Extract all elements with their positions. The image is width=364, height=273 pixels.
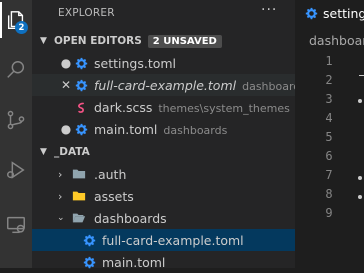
unsaved-dot-icon[interactable]: ● (60, 122, 72, 136)
line-number: 4 (295, 111, 363, 125)
open-editor-name: dark.scss themes\system_themes (94, 100, 290, 115)
tree-item-main[interactable]: main.toml (32, 251, 295, 273)
tree-item-label: dashboards (94, 210, 167, 226)
open-editor-name: settings.toml (94, 55, 177, 71)
open-editors-header[interactable]: ▼ OPEN EDITORS 2 UNSAVED (32, 30, 295, 52)
open-editor-name: main.toml dashboards (94, 122, 227, 137)
open-editor-name-text: dark.scss (94, 99, 153, 115)
open-editor-path: dashboards (163, 123, 228, 137)
line-number: 1 (295, 54, 363, 68)
breadcrumb[interactable]: dashboard (309, 33, 364, 48)
activity-bar: 2 (0, 0, 32, 268)
line-number: 5 (295, 130, 363, 144)
open-editor-path: themes\system_themes (158, 101, 290, 115)
editor-tab-label: settings (323, 6, 364, 21)
line-number: 9 (295, 206, 363, 220)
line-number: 2 (295, 73, 363, 87)
tree-item-dashboards[interactable]: ⌄ dashboards (32, 207, 295, 229)
unsaved-badge: 2 UNSAVED (147, 34, 222, 48)
tree-item-full-card-example[interactable]: full-card-example.toml (32, 229, 295, 251)
tree-item-auth[interactable]: › .auth (32, 163, 295, 185)
run-and-debug-icon[interactable] (0, 150, 32, 190)
editor-tab[interactable]: settings (295, 0, 364, 27)
close-icon[interactable]: ✕ (60, 78, 72, 92)
code-glyph (358, 99, 362, 103)
code-glyph (358, 195, 362, 199)
open-editor-name: full-card-example.toml dashboards (94, 78, 306, 93)
line-number: 3 (295, 92, 363, 106)
line-number-text: 5 (325, 130, 333, 144)
line-number: 7 (295, 168, 363, 182)
open-editor-name-text: main.toml (94, 121, 158, 137)
folder-icon (72, 167, 86, 181)
code-glyph (358, 176, 362, 180)
workspace-folder-header[interactable]: ▼ _DATA (32, 141, 295, 163)
gear-icon (82, 233, 96, 247)
gear-icon (74, 56, 88, 70)
tree-item-label: full-card-example.toml (102, 232, 244, 248)
line-number-text: 7 (325, 168, 333, 182)
code-glyph (359, 75, 364, 76)
search-icon[interactable] (0, 50, 32, 90)
tree-item-assets[interactable]: › assets (32, 185, 295, 207)
sidebar-title: EXPLORER (58, 7, 115, 19)
line-number: 6 (295, 149, 363, 163)
folder-icon (72, 189, 86, 203)
remote-explorer-icon[interactable] (0, 205, 32, 245)
gear-icon (74, 122, 88, 136)
line-number-text: 3 (325, 92, 333, 106)
chevron-down-icon: ▼ (40, 36, 47, 46)
line-number: 8 (295, 187, 363, 201)
source-control-icon[interactable] (0, 100, 32, 140)
sass-icon (74, 100, 88, 114)
chevron-down-icon: ⌄ (57, 213, 65, 223)
line-number-text: 9 (325, 206, 333, 220)
unsaved-dot-icon[interactable]: ● (60, 56, 72, 70)
line-number-text: 8 (325, 187, 333, 201)
open-editor-item[interactable]: ● settings.toml (32, 52, 295, 74)
gear-icon (82, 255, 96, 269)
chevron-right-icon: › (58, 189, 63, 203)
line-number-text: 2 (325, 73, 333, 87)
open-editors-title: OPEN EDITORS (54, 35, 142, 47)
open-editor-name-text: full-card-example.toml (94, 77, 237, 93)
chevron-down-icon: ▼ (40, 147, 47, 157)
line-number-text: 4 (325, 111, 333, 125)
workspace-folder-title: _DATA (54, 146, 90, 158)
chevron-right-icon: › (58, 167, 63, 181)
tree-item-label: main.toml (102, 254, 166, 270)
open-editor-item[interactable]: ● main.toml dashboards (32, 118, 295, 140)
explorer-sidebar: EXPLORER ··· ▼ OPEN EDITORS 2 UNSAVED ● … (32, 0, 306, 270)
editor-area: settings dashboard 1 2 3 4 5 6 7 8 9 (295, 0, 364, 268)
open-editor-item[interactable]: ✕ full-card-example.toml dashboards (32, 74, 306, 96)
open-editor-item[interactable]: dark.scss themes\system_themes (32, 96, 295, 118)
explorer-badge: 2 (15, 21, 28, 34)
folder-open-icon (72, 211, 86, 225)
tree-item-label: assets (94, 188, 134, 204)
more-actions-button[interactable]: ··· (261, 2, 277, 18)
line-number-text: 6 (325, 149, 333, 163)
line-number-text: 1 (325, 54, 333, 68)
gear-icon (74, 78, 88, 92)
tree-item-label: .auth (94, 166, 127, 182)
explorer-icon[interactable]: 2 (0, 0, 32, 40)
gear-icon (305, 7, 318, 20)
